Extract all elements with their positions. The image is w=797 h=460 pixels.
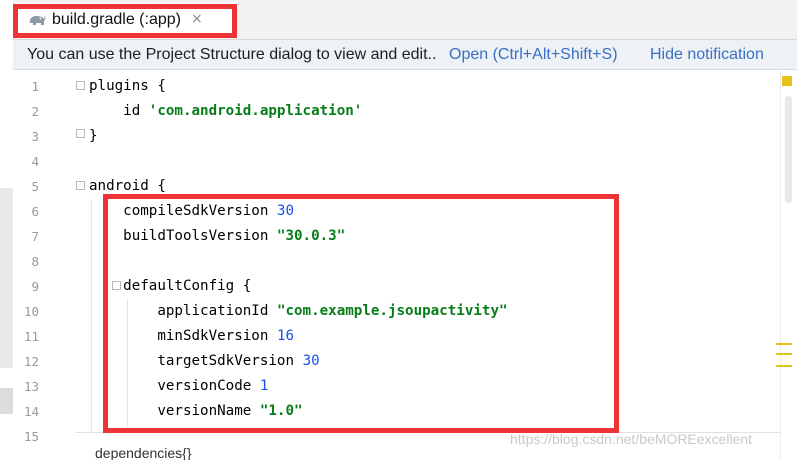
line-number: 11 bbox=[23, 329, 39, 344]
fold-toggle-icon[interactable] bbox=[76, 181, 85, 190]
code-text: plugins { bbox=[89, 78, 166, 94]
line-number: 1 bbox=[31, 79, 39, 94]
line-number-gutter[interactable]: 1 2 3 4 5 6 7 8 9 10 11 12 13 14 15 bbox=[13, 71, 121, 460]
line-number: 9 bbox=[31, 279, 39, 294]
notification-bar: You can use the Project Structure dialog… bbox=[13, 40, 797, 70]
warning-marker[interactable] bbox=[776, 353, 792, 355]
watermark: https://blog.csdn.net/beMOREexcellent bbox=[510, 431, 753, 447]
left-tool-strip bbox=[0, 0, 13, 460]
project-pane-edge[interactable] bbox=[0, 188, 13, 368]
line-number: 14 bbox=[23, 404, 39, 419]
fold-toggle-icon[interactable] bbox=[76, 81, 85, 90]
line-number: 3 bbox=[31, 129, 39, 144]
line-number: 10 bbox=[23, 304, 39, 319]
code-text: } bbox=[89, 128, 98, 144]
line-number: 15 bbox=[23, 429, 39, 444]
fold-toggle-icon[interactable] bbox=[76, 129, 85, 138]
code-line[interactable] bbox=[89, 149, 508, 174]
notification-message: You can use the Project Structure dialog… bbox=[27, 46, 437, 63]
code-line[interactable]: } bbox=[89, 124, 508, 149]
highlight-box-android-config bbox=[103, 194, 619, 433]
string-literal: 'com.android.application' bbox=[148, 103, 363, 119]
line-number: 8 bbox=[31, 254, 39, 269]
code-text: android { bbox=[89, 178, 166, 194]
line-number: 7 bbox=[31, 229, 39, 244]
warning-status-icon[interactable] bbox=[782, 76, 792, 86]
warning-marker[interactable] bbox=[776, 365, 792, 367]
line-number: 13 bbox=[23, 379, 39, 394]
hide-notification-link[interactable]: Hide notification bbox=[650, 46, 764, 64]
open-project-structure-link[interactable]: Open (Ctrl+Alt+Shift+S) bbox=[449, 46, 618, 64]
line-number: 12 bbox=[23, 354, 39, 369]
breadcrumb-item[interactable]: dependencies{} bbox=[95, 445, 192, 460]
line-numbers: 1 2 3 4 5 6 7 8 9 10 11 12 13 14 15 bbox=[13, 74, 39, 449]
project-pane-selection[interactable] bbox=[0, 388, 13, 414]
warning-marker[interactable] bbox=[776, 343, 792, 345]
code-line[interactable]: id 'com.android.application' bbox=[89, 99, 508, 124]
line-number: 5 bbox=[31, 179, 39, 194]
line-number: 4 bbox=[31, 154, 39, 169]
line-number: 2 bbox=[31, 104, 39, 119]
code-text: id bbox=[123, 103, 149, 119]
highlight-box-tab bbox=[13, 4, 237, 38]
code-line[interactable]: plugins { bbox=[89, 74, 508, 99]
line-number: 6 bbox=[31, 204, 39, 219]
scrollbar-thumb[interactable] bbox=[785, 96, 792, 203]
